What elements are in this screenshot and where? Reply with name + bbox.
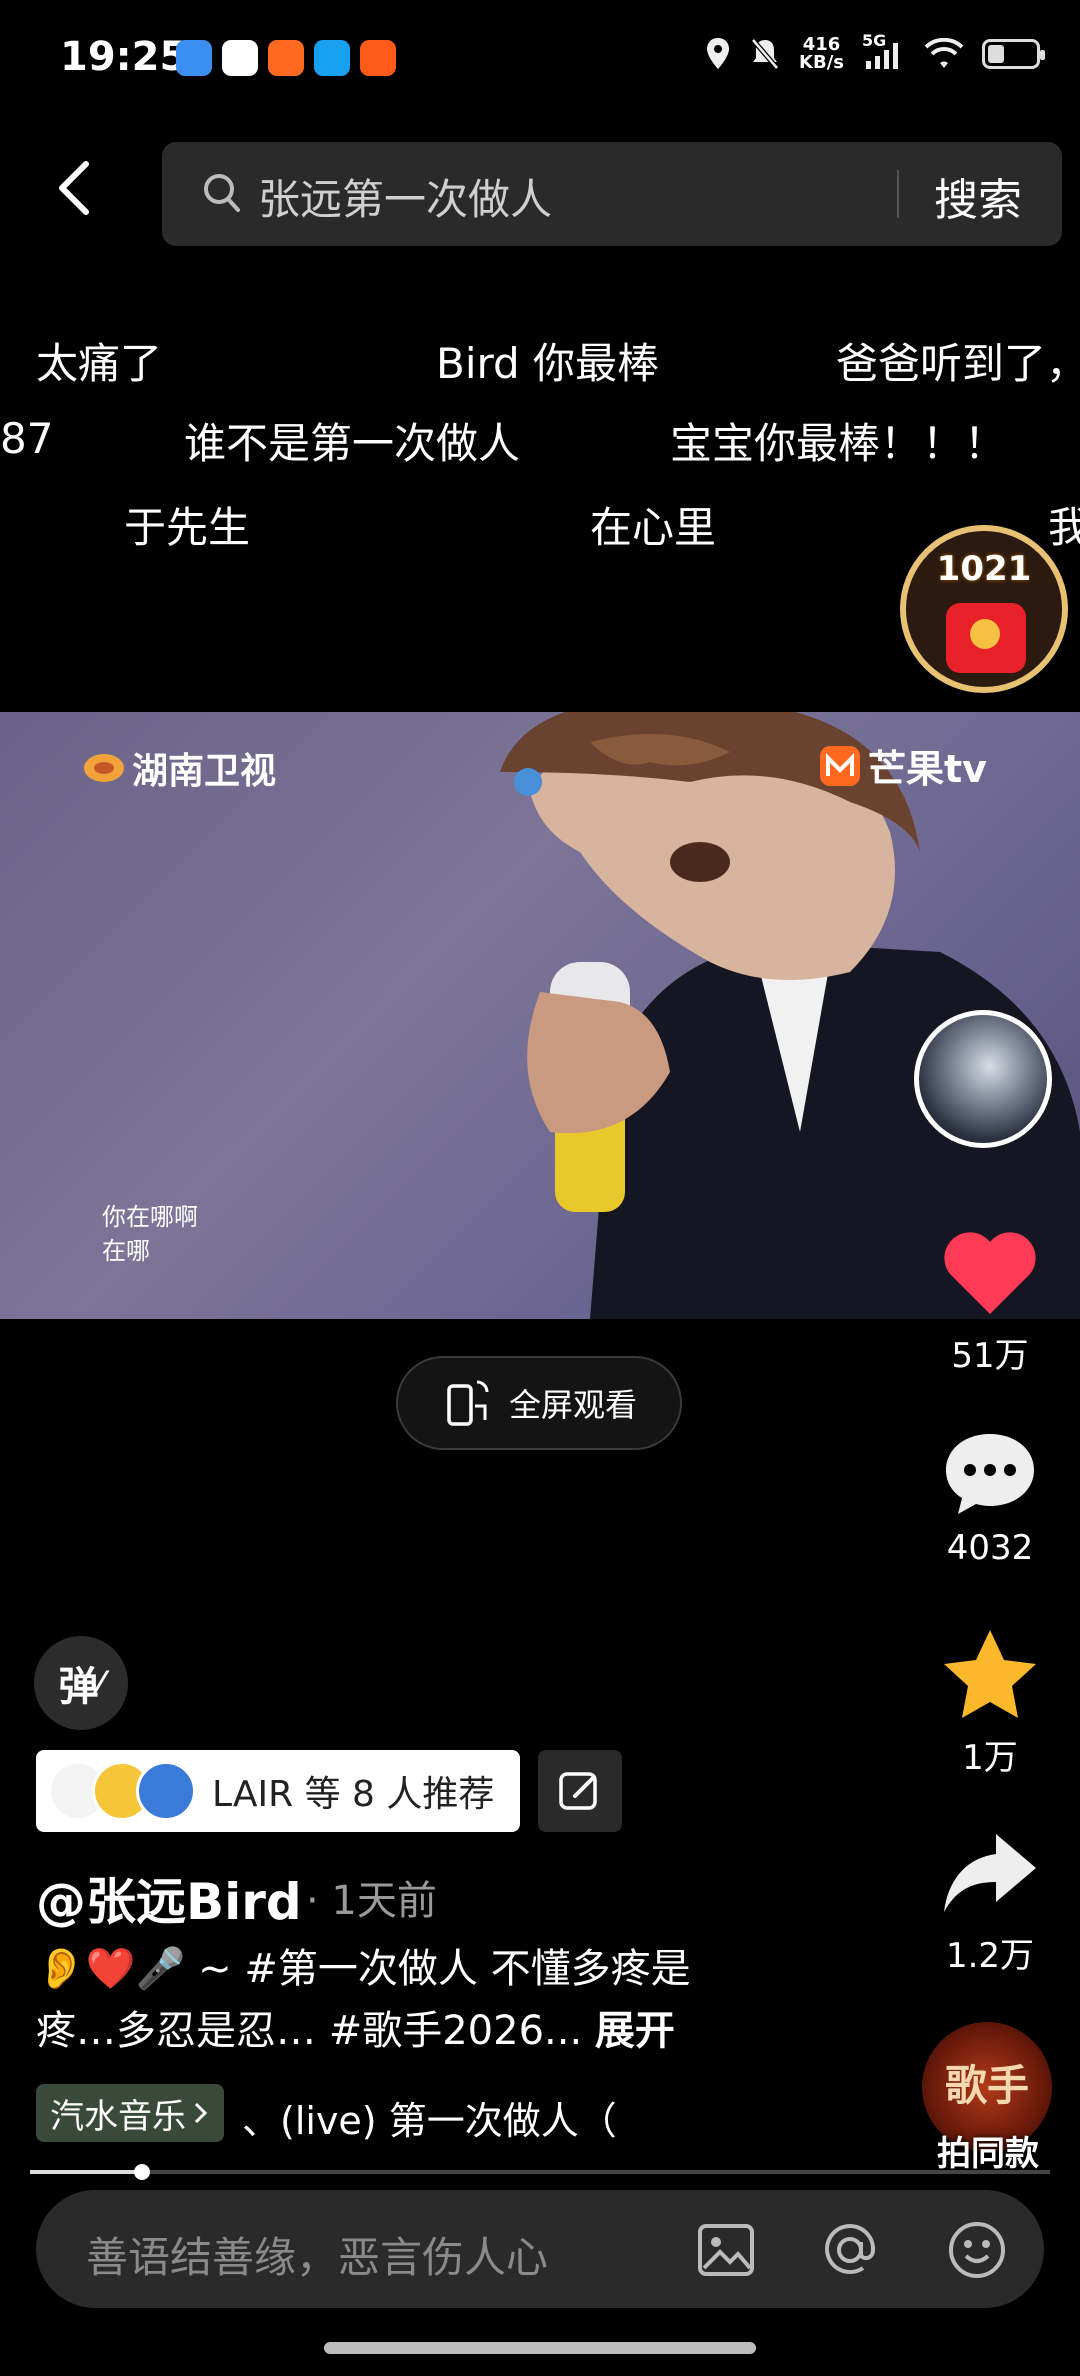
comment-input[interactable]: 善语结善缘，恶言伤人心: [86, 2224, 548, 2285]
search-icon: [204, 174, 240, 212]
video-player[interactable]: 湖南卫视 芒果tv 你在哪啊 在哪: [0, 712, 1080, 1319]
search-divider: [897, 170, 899, 218]
post-description[interactable]: 👂❤️🎤 ~ #第一次做人 不懂多疼是 疼…多忍是忍… #歌手2026... 展…: [36, 1938, 756, 2062]
home-indicator[interactable]: [324, 2342, 756, 2354]
mango-tv-logo-icon: [820, 745, 860, 786]
red-packet-widget[interactable]: 1021: [900, 525, 1068, 693]
video-subtitle: 你在哪啊 在哪: [102, 1200, 198, 1268]
location-icon: [707, 38, 730, 69]
progress-fill: [30, 2170, 143, 2174]
danmaku-toggle-button[interactable]: 弹 ⁄: [34, 1636, 128, 1730]
app-icon-n: [314, 40, 350, 76]
wifi-icon: [924, 38, 964, 68]
status-time: 19:25: [60, 34, 188, 80]
danmaku-slash-icon: ⁄: [98, 1665, 104, 1701]
app-icon-orange: [360, 40, 396, 76]
status-indicators: 416 KB/s 5G: [705, 31, 1045, 72]
app-icon-cloud: [222, 40, 258, 76]
shoot-same-label: 拍同款: [937, 2134, 1039, 2174]
search-bar[interactable]: 张远第一次做人 搜索: [162, 142, 1062, 246]
signal-icon: 5G: [862, 31, 906, 71]
net-speed-unit: KB/s: [799, 52, 844, 73]
desc-line: ~ #第一次做人 不懂多疼是: [185, 1946, 691, 1992]
rotate-phone-icon: [447, 1380, 489, 1426]
fullscreen-button[interactable]: 全屏观看: [396, 1356, 682, 1450]
danmaku-item: 谁不是第一次做人: [184, 419, 521, 468]
comment-button[interactable]: 4032: [930, 1428, 1050, 1568]
recommender-avatar: [136, 1761, 196, 1821]
mute-bell-icon: [751, 38, 779, 70]
edit-button[interactable]: [538, 1750, 622, 1832]
music-app-tag[interactable]: 汽水音乐: [36, 2084, 224, 2142]
favorite-count: 1万: [962, 1738, 1018, 1778]
music-tag-label: 汽水音乐: [50, 2096, 186, 2137]
author-name[interactable]: @张远Bird: [36, 1862, 302, 1934]
danmaku-item: 我: [1048, 503, 1080, 552]
status-bar: 19:25 416 KB/s 5G: [0, 0, 1080, 120]
chevron-right-icon: [194, 2102, 208, 2124]
expand-link[interactable]: 展开: [595, 2008, 675, 2054]
net-speed: 416 KB/s: [799, 36, 844, 72]
image-icon[interactable]: [696, 2220, 756, 2280]
comment-count: 4032: [946, 1528, 1034, 1568]
mention-icon[interactable]: [818, 2220, 882, 2280]
hunan-tv-logo-icon: [84, 754, 124, 782]
shoot-same-button[interactable]: 歌手 拍同款: [920, 2022, 1056, 2174]
red-packet-count: 1021: [936, 549, 1032, 589]
star-icon: [944, 1630, 1036, 1718]
comment-bubble-icon: [946, 1434, 1034, 1514]
desc-line: 疼…多忍是忍… #歌手2026...: [36, 2008, 583, 2054]
danmaku-item: 87: [0, 414, 54, 463]
danmaku-item: 宝宝你最棒！！！: [670, 419, 1007, 468]
back-button[interactable]: [52, 158, 112, 228]
fullscreen-label: 全屏观看: [508, 1386, 637, 1424]
danmaku-item: 太痛了: [36, 339, 163, 388]
favorite-button[interactable]: 1万: [930, 1628, 1050, 1779]
subtitle-line: 在哪: [102, 1237, 150, 1265]
recommenders-badge[interactable]: LAIR 等 8 人推荐: [36, 1750, 520, 1832]
heart-icon: [944, 1232, 1036, 1314]
like-count: 51万: [951, 1336, 1029, 1376]
red-packet-seal: [970, 619, 1000, 649]
mango-tv-logo-text: 芒果tv: [868, 747, 987, 791]
hunan-tv-logo-text: 湖南卫视: [132, 751, 277, 792]
danmaku-item: 爸爸听到了，: [836, 339, 1080, 388]
desc-emoji: 👂❤️🎤: [36, 1946, 186, 1992]
back-arrow-icon: [59, 161, 89, 215]
share-count: 1.2万: [945, 1936, 1035, 1976]
comment-bar[interactable]: 善语结善缘，恶言伤人心: [36, 2190, 1044, 2308]
emoji-icon[interactable]: [946, 2220, 1008, 2280]
edit-icon: [559, 1772, 597, 1810]
danmaku-item: 于先生: [124, 503, 251, 552]
progress-handle[interactable]: [134, 2164, 151, 2180]
battery-icon: [982, 39, 1045, 69]
subtitle-line: 你在哪啊: [102, 1203, 198, 1231]
hunan-tv-logo: 湖南卫视: [82, 742, 276, 794]
video-progress-bar[interactable]: [30, 2164, 1050, 2180]
music-disc-text: 歌手: [944, 2061, 1029, 2110]
danmaku-toggle-label: 弹: [58, 1664, 99, 1710]
danmaku-item: Bird 你最棒: [436, 339, 660, 388]
author-avatar[interactable]: [914, 1010, 1052, 1148]
post-time: · 1天前: [306, 1878, 437, 1924]
app-icon-blue: [176, 40, 212, 76]
recommend-text: LAIR 等 8 人推荐: [212, 1774, 495, 1815]
danmaku-item: 在心里: [590, 503, 717, 552]
recommender-avatars: [48, 1761, 196, 1821]
notification-app-icons: [176, 40, 396, 76]
music-track[interactable]: 、(live) 第一次做人（: [242, 2090, 617, 2145]
battery-fill: [988, 45, 1005, 63]
app-icon-mango: [268, 40, 304, 76]
search-input[interactable]: 张远第一次做人: [258, 166, 552, 227]
share-button[interactable]: 1.2万: [930, 1828, 1050, 1977]
mango-tv-logo: 芒果tv: [818, 738, 987, 793]
like-button[interactable]: 51万: [930, 1228, 1050, 1377]
search-button[interactable]: 搜索: [934, 164, 1022, 228]
share-arrow-icon: [944, 1834, 1036, 1912]
